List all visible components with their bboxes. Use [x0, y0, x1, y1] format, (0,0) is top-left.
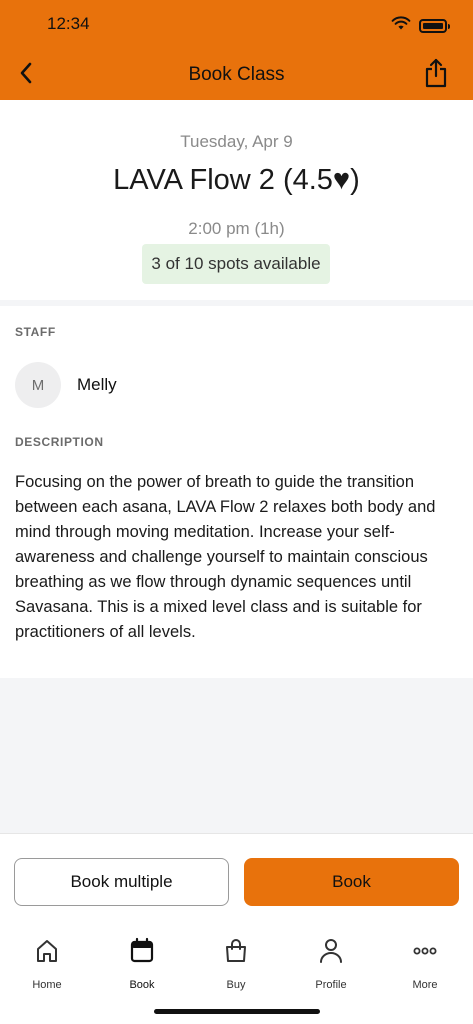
tab-buy[interactable]: Buy — [201, 937, 271, 991]
spots-available-badge: 3 of 10 spots available — [142, 244, 330, 284]
book-multiple-button[interactable]: Book multiple — [14, 858, 229, 906]
tab-more[interactable]: More — [390, 937, 460, 991]
description-section-label: DESCRIPTION — [15, 435, 104, 449]
tab-label: Home — [32, 979, 62, 991]
tab-profile[interactable]: Profile — [296, 937, 366, 991]
content-spacer — [0, 678, 473, 833]
wifi-icon — [391, 16, 411, 35]
tab-label: Book — [129, 979, 155, 991]
share-button[interactable] — [421, 58, 451, 92]
staff-name[interactable]: Melly — [77, 375, 117, 395]
status-time: 12:34 — [47, 14, 90, 33]
battery-icon — [419, 18, 450, 33]
share-icon — [424, 58, 448, 93]
tab-label: Buy — [226, 979, 246, 991]
class-summary: Tuesday, Apr 9 LAVA Flow 2 (4.5♥) 2:00 p… — [0, 100, 473, 300]
class-title: LAVA Flow 2 (4.5♥) — [113, 164, 360, 196]
book-button[interactable]: Book — [244, 858, 459, 906]
avatar: M — [15, 362, 61, 408]
home-icon — [34, 937, 60, 970]
class-time: 2:00 pm (1h) — [188, 219, 285, 238]
page-title: Book Class — [188, 64, 285, 85]
person-icon — [318, 937, 344, 970]
more-dots-icon — [412, 937, 438, 970]
tab-home[interactable]: Home — [12, 937, 82, 991]
tab-label: Profile — [315, 979, 347, 991]
status-icons — [391, 16, 450, 35]
staff-section-label: STAFF — [15, 325, 56, 339]
action-bar: Book multiple Book — [0, 833, 473, 923]
section-divider — [0, 300, 473, 306]
class-description: Focusing on the power of breath to guide… — [15, 473, 436, 641]
shopping-bag-icon — [223, 937, 249, 970]
class-date: Tuesday, Apr 9 — [180, 132, 293, 151]
home-indicator[interactable] — [154, 1009, 320, 1014]
header-bar: 12:34 Book Class — [0, 0, 473, 100]
tab-label: More — [412, 979, 438, 991]
calendar-icon — [129, 937, 155, 970]
tab-book[interactable]: Book — [107, 937, 177, 991]
